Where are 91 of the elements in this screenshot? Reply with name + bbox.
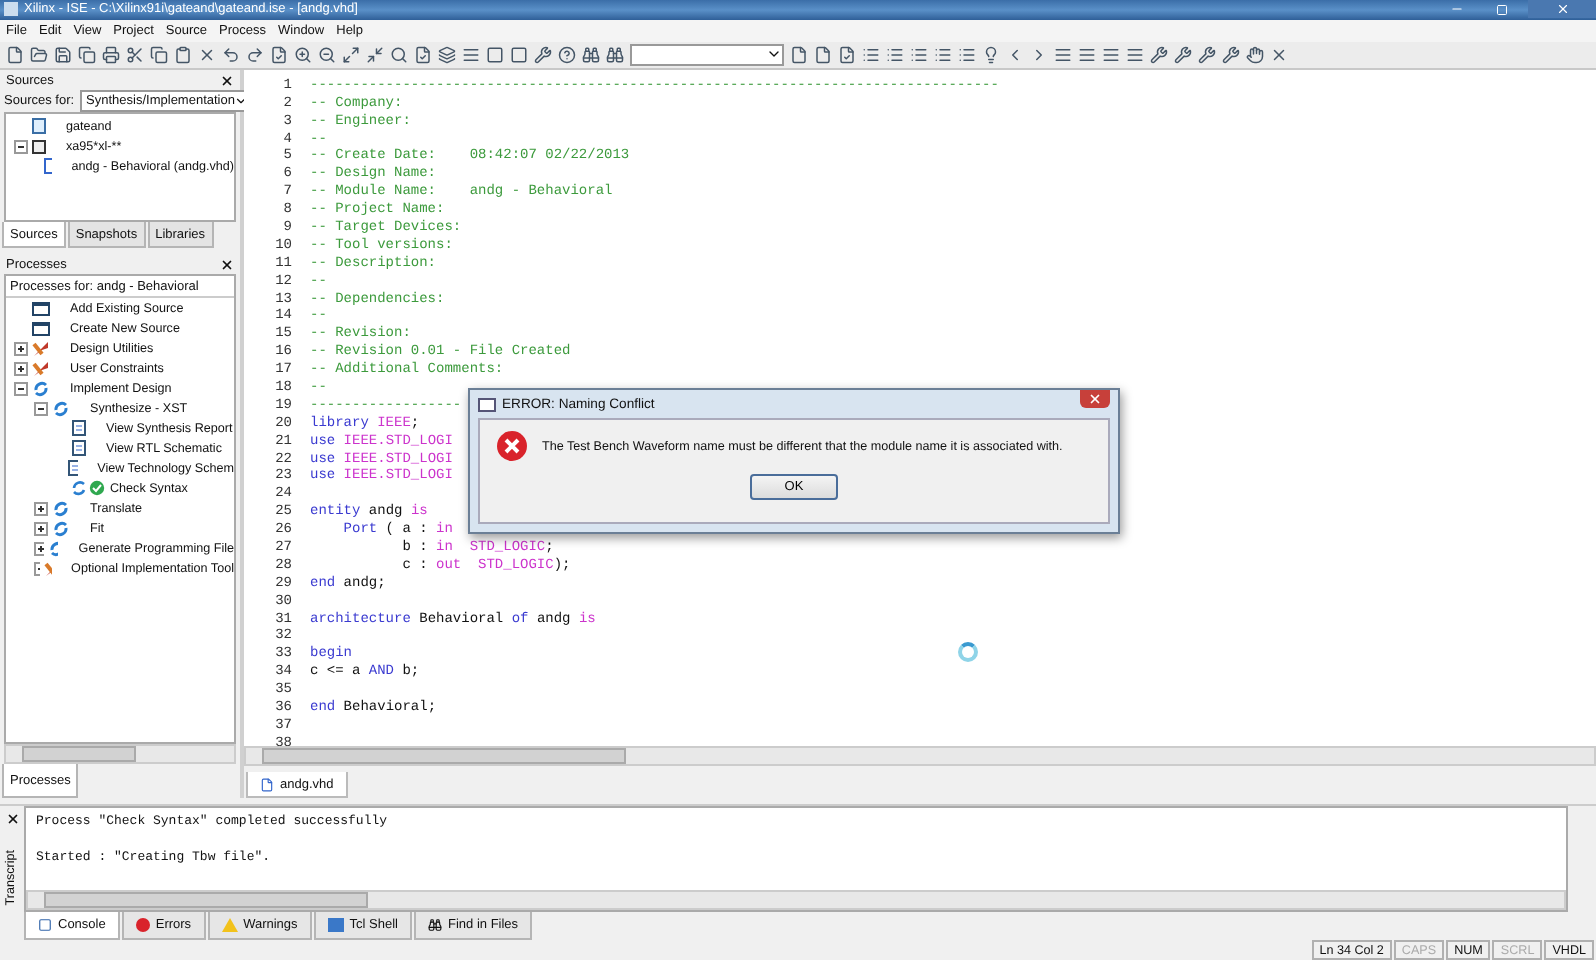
close-icon[interactable] bbox=[1270, 46, 1288, 65]
refresh-icon bbox=[52, 399, 70, 418]
save-icon[interactable] bbox=[54, 46, 72, 65]
report-icon bbox=[72, 440, 86, 457]
tools-icon bbox=[43, 559, 52, 578]
expander-icon[interactable] bbox=[14, 361, 28, 376]
close-button[interactable] bbox=[1080, 390, 1110, 409]
chip-icon bbox=[32, 139, 46, 154]
check-icon[interactable] bbox=[414, 46, 432, 65]
warning-icon bbox=[221, 918, 238, 933]
maximize-icon bbox=[1496, 3, 1508, 16]
horizontal-scrollbar[interactable] bbox=[4, 744, 236, 765]
check-status-icon bbox=[72, 480, 106, 497]
expander-icon[interactable] bbox=[34, 541, 43, 556]
forward-icon[interactable] bbox=[1030, 46, 1048, 65]
list-icon[interactable] bbox=[958, 46, 976, 65]
source-file-icon bbox=[43, 158, 52, 175]
back-icon[interactable] bbox=[1006, 46, 1024, 65]
tool-icon[interactable] bbox=[1222, 46, 1240, 65]
list-icon[interactable] bbox=[886, 46, 904, 65]
expand-icon[interactable] bbox=[342, 46, 360, 65]
indent-icon[interactable] bbox=[1054, 46, 1072, 65]
horizontal-scrollbar[interactable] bbox=[244, 746, 1596, 767]
close-icon bbox=[1555, 2, 1569, 17]
expander-icon[interactable] bbox=[34, 401, 48, 416]
list-icon[interactable] bbox=[934, 46, 952, 65]
tile-icon[interactable] bbox=[462, 46, 480, 65]
refresh-icon bbox=[52, 499, 70, 518]
document-check-icon[interactable] bbox=[270, 46, 288, 65]
undo-icon[interactable] bbox=[222, 46, 240, 65]
list-icon[interactable] bbox=[910, 46, 928, 65]
report-icon bbox=[72, 420, 86, 437]
binoculars-icon[interactable] bbox=[582, 46, 600, 65]
save-all-icon[interactable] bbox=[78, 46, 96, 65]
cascade-icon[interactable] bbox=[438, 46, 456, 65]
printer-icon[interactable] bbox=[102, 46, 120, 65]
indent-icon[interactable] bbox=[1078, 46, 1096, 65]
new-file-icon[interactable] bbox=[6, 46, 24, 65]
collapse-icon[interactable] bbox=[366, 46, 384, 65]
error-icon bbox=[135, 918, 150, 933]
indent-icon[interactable] bbox=[1102, 46, 1120, 65]
grid-icon[interactable] bbox=[862, 46, 880, 65]
document-icon[interactable] bbox=[814, 46, 832, 65]
window-icon bbox=[32, 321, 50, 336]
help-icon[interactable] bbox=[558, 46, 576, 65]
project-icon bbox=[32, 118, 46, 135]
scissors-icon[interactable] bbox=[126, 46, 144, 65]
delete-icon[interactable] bbox=[198, 46, 216, 65]
expander-icon[interactable] bbox=[14, 139, 28, 154]
copy-icon[interactable] bbox=[150, 46, 168, 65]
zoom-out-icon[interactable] bbox=[318, 46, 336, 65]
tool-icon[interactable] bbox=[1174, 46, 1192, 65]
app-icon bbox=[4, 2, 18, 17]
zoom-in-icon[interactable] bbox=[294, 46, 312, 65]
tool-icon[interactable] bbox=[1198, 46, 1216, 65]
file-icon bbox=[260, 777, 274, 792]
expander-icon[interactable] bbox=[14, 341, 28, 356]
expander-icon[interactable] bbox=[34, 521, 48, 536]
refresh-icon bbox=[32, 379, 50, 398]
expander-icon[interactable] bbox=[34, 501, 48, 516]
tools-icon bbox=[32, 339, 50, 358]
shell-icon bbox=[327, 918, 344, 933]
toolbar-dropdown[interactable] bbox=[630, 44, 784, 67]
close-button[interactable] bbox=[1528, 0, 1596, 19]
indent-icon[interactable] bbox=[1126, 46, 1144, 65]
close-icon[interactable] bbox=[220, 74, 234, 89]
console-icon bbox=[38, 918, 52, 933]
document-icon[interactable] bbox=[790, 46, 808, 65]
search-icon[interactable] bbox=[390, 46, 408, 65]
tools-icon bbox=[32, 359, 50, 378]
folder-icon[interactable] bbox=[30, 46, 48, 65]
pen-icon[interactable] bbox=[1150, 46, 1168, 65]
wrench-icon[interactable] bbox=[534, 46, 552, 65]
binoculars-icon bbox=[428, 918, 442, 933]
expander-icon[interactable] bbox=[34, 561, 40, 576]
window-icon bbox=[32, 301, 50, 316]
check-icon[interactable] bbox=[838, 46, 856, 65]
busy-cursor-icon bbox=[958, 642, 978, 663]
expander-icon[interactable] bbox=[14, 381, 28, 396]
close-icon[interactable] bbox=[5, 812, 19, 827]
horizontal-scrollbar[interactable] bbox=[26, 890, 1566, 911]
lightbulb-icon[interactable] bbox=[982, 46, 1000, 65]
dialog-icon bbox=[478, 397, 496, 412]
error-icon bbox=[496, 430, 528, 463]
close-icon bbox=[1088, 392, 1102, 407]
find-icon[interactable] bbox=[606, 46, 624, 65]
report-icon bbox=[67, 460, 78, 477]
hand-icon[interactable] bbox=[1246, 46, 1264, 65]
close-icon[interactable] bbox=[220, 258, 234, 273]
clipboard-icon[interactable] bbox=[174, 46, 192, 65]
redo-icon[interactable] bbox=[246, 46, 264, 65]
